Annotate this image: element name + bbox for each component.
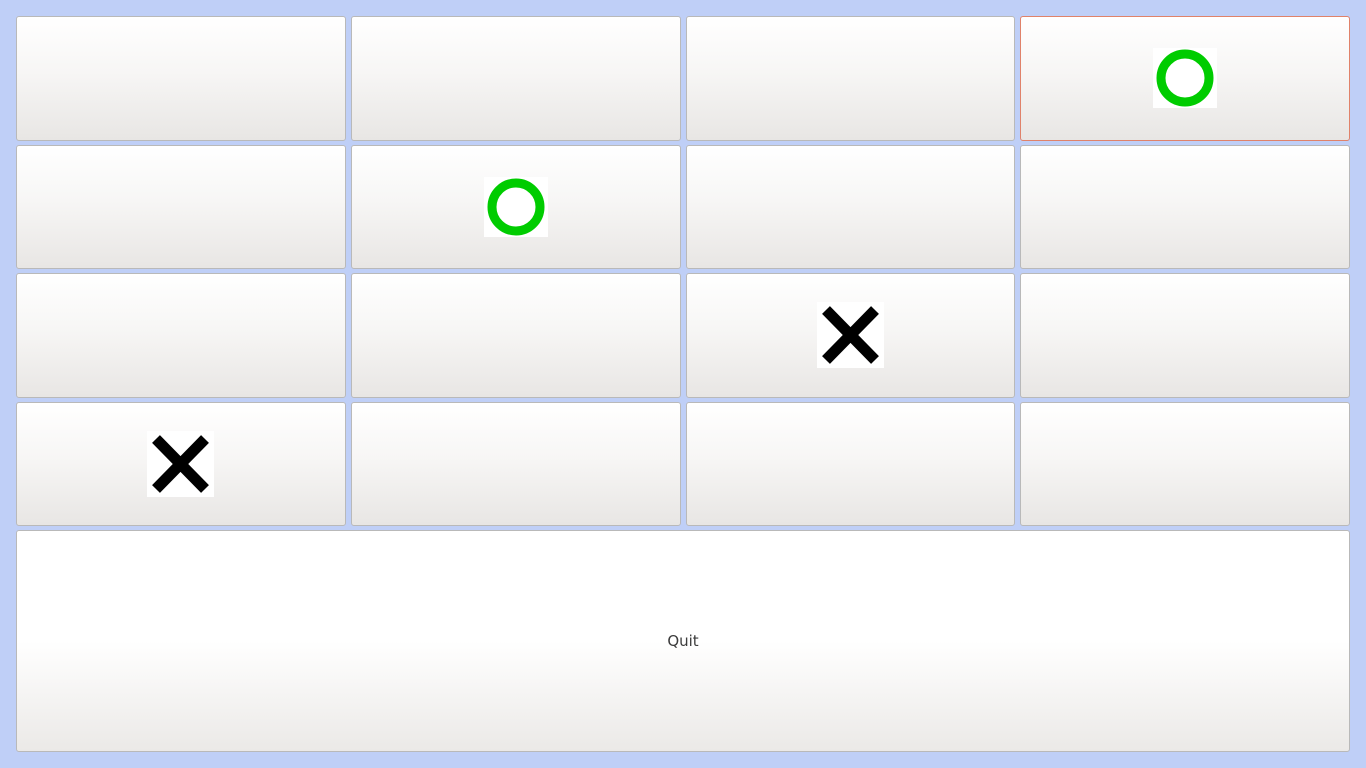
board-cell-9[interactable]: [350, 273, 681, 398]
board-cell-4[interactable]: [16, 144, 346, 269]
circle-o-icon: [1153, 48, 1218, 109]
game-window: Quit: [16, 16, 1350, 752]
board-cell-11[interactable]: [1020, 273, 1350, 398]
board-cell-3[interactable]: [1020, 16, 1350, 141]
game-board: [16, 16, 1350, 526]
board-cell-10[interactable]: [685, 273, 1016, 398]
board-cell-5[interactable]: [350, 144, 681, 269]
board-cell-0[interactable]: [16, 16, 346, 141]
board-cell-1[interactable]: [350, 16, 681, 141]
board-cell-15[interactable]: [1020, 401, 1350, 526]
quit-button[interactable]: Quit: [16, 530, 1350, 752]
board-cell-12[interactable]: [16, 401, 346, 526]
board-cell-14[interactable]: [685, 401, 1016, 526]
board-cell-6[interactable]: [685, 144, 1016, 269]
board-cell-2[interactable]: [685, 16, 1016, 141]
cross-x-icon: [816, 302, 884, 369]
board-cell-13[interactable]: [350, 401, 681, 526]
board-cell-8[interactable]: [16, 273, 346, 398]
circle-o-icon: [483, 176, 548, 237]
board-cell-7[interactable]: [1020, 144, 1350, 269]
cross-x-icon: [147, 430, 215, 497]
